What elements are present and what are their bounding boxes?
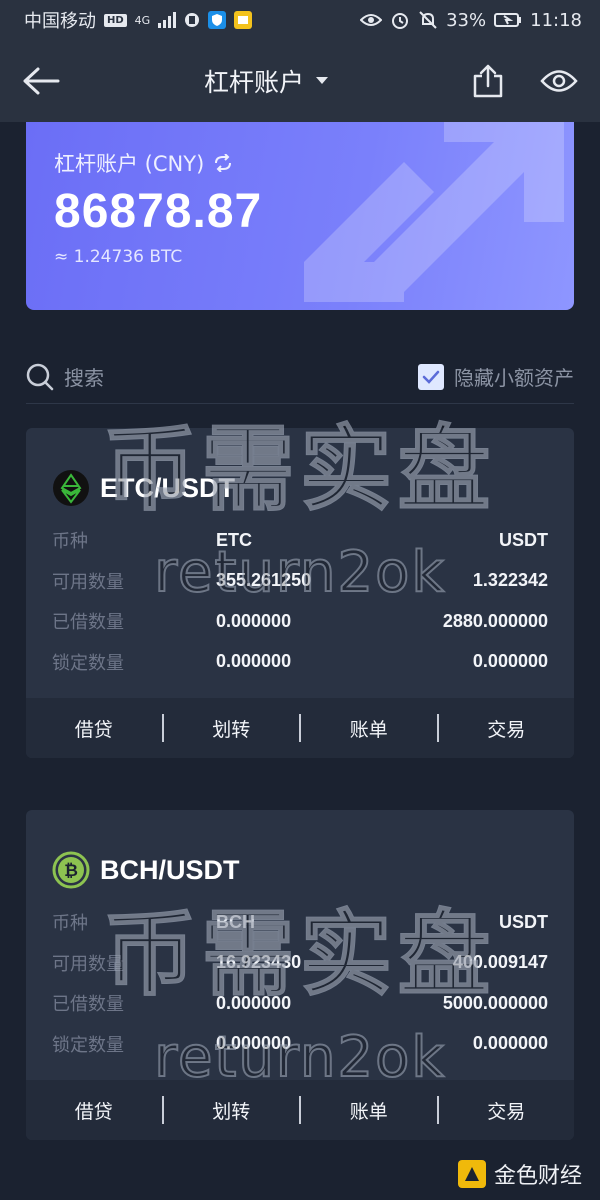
pair-actions: 借贷 划转 账单 交易: [26, 698, 574, 758]
search-input[interactable]: 搜索: [26, 362, 104, 391]
table-row: 锁定数量 0.000000 0.000000: [52, 1024, 548, 1065]
table-row: 可用数量 16.923430 400.009147: [52, 943, 548, 984]
search-icon: [26, 363, 54, 390]
trade-button[interactable]: 交易: [439, 715, 575, 742]
quote-value: 5000.000000: [442, 992, 548, 1013]
table-header-row: 币种 ETC USDT: [52, 520, 548, 561]
share-button[interactable]: [472, 64, 504, 98]
row-label: 锁定数量: [52, 1034, 124, 1056]
status-left: 中国移动 HD 4G: [24, 7, 253, 33]
eye-icon: [540, 70, 578, 92]
etc-icon: [53, 470, 89, 506]
clock: 11:18: [530, 9, 582, 31]
table-header-row: 币种 BCH USDT: [52, 902, 548, 943]
back-button[interactable]: [22, 66, 60, 96]
eye-comfort-icon: [360, 14, 383, 26]
base-value: 0.000000: [216, 992, 292, 1013]
checkmark-icon: [422, 370, 440, 384]
table-row: 锁定数量 0.000000 0.000000: [52, 642, 548, 683]
svg-text:₿: ₿: [64, 861, 78, 881]
hd-badge: HD: [104, 13, 127, 27]
base-currency: BCH: [216, 911, 255, 932]
pair-name: BCH/USDT: [100, 854, 240, 885]
hide-small-assets-toggle[interactable]: 隐藏小额资产: [418, 362, 574, 391]
base-value: 355.261250: [216, 570, 312, 591]
row-label: 可用数量: [52, 953, 124, 975]
pair-header: ETC/USDT: [26, 428, 574, 520]
battery-percent: 33%: [446, 9, 487, 31]
shield-app-icon: [208, 11, 227, 29]
hide-small-checkbox[interactable]: [418, 363, 444, 390]
signal-icon: [158, 12, 177, 28]
column-label: 币种: [52, 913, 88, 935]
folder-app-icon: [234, 11, 253, 29]
quote-value: 1.322342: [472, 570, 548, 591]
carrier-name: 中国移动: [24, 11, 96, 32]
brand-logo-icon: [457, 1160, 486, 1188]
quote-value: 0.000000: [472, 1033, 548, 1054]
account-switcher[interactable]: 杠杆账户: [204, 63, 328, 99]
hide-small-label: 隐藏小额资产: [454, 366, 574, 390]
trade-button[interactable]: 交易: [439, 1097, 575, 1124]
page-title: 杠杆账户: [203, 68, 304, 97]
borrow-button[interactable]: 借贷: [26, 1097, 162, 1124]
currency-switch-button[interactable]: [212, 154, 234, 172]
search-bar: 搜索 隐藏小额资产: [26, 350, 574, 404]
row-label: 已借数量: [52, 612, 124, 634]
base-value: 0.000000: [216, 651, 292, 672]
caret-down-icon: [316, 77, 328, 84]
column-label: 币种: [52, 531, 88, 553]
refresh-cycle-icon: [215, 154, 232, 172]
balance-label: 杠杆账户 (CNY): [54, 152, 205, 176]
alarm-icon: [392, 13, 409, 29]
visibility-toggle-button[interactable]: [540, 68, 578, 94]
pair-table: 币种 ETC USDT 可用数量 355.261250 1.322342 已借数…: [26, 520, 574, 682]
table-row: 已借数量 0.000000 2880.000000: [52, 601, 548, 642]
transfer-button[interactable]: 划转: [164, 715, 300, 742]
app-bar-tools: [472, 64, 578, 98]
row-label: 锁定数量: [52, 652, 124, 674]
back-arrow-icon: [23, 67, 60, 95]
pair-actions: 借贷 划转 账单 交易: [26, 1080, 574, 1140]
transfer-button[interactable]: 划转: [164, 1097, 300, 1124]
quote-value: 0.000000: [472, 651, 548, 672]
search-placeholder: 搜索: [64, 366, 104, 390]
quote-value: 400.009147: [452, 952, 548, 973]
card-decoration-icon: [304, 122, 564, 302]
pair-header: ₿ BCH/USDT: [26, 810, 574, 902]
table-row: 已借数量 0.000000 5000.000000: [52, 983, 548, 1024]
app-bar: 杠杆账户: [0, 40, 600, 122]
bill-button[interactable]: 账单: [301, 715, 437, 742]
battery-icon: [494, 13, 522, 27]
network-type: 4G: [134, 13, 151, 27]
bch-icon: ₿: [52, 851, 90, 889]
brand-name: 金色财经: [493, 1164, 582, 1189]
base-currency: ETC: [216, 529, 252, 550]
pair-card-etc-usdt: ETC/USDT 币种 ETC USDT 可用数量 355.261250 1.3…: [26, 428, 574, 758]
borrow-button[interactable]: 借贷: [26, 715, 162, 742]
quote-currency: USDT: [499, 529, 548, 550]
quote-value: 2880.000000: [442, 610, 548, 631]
pair-name: ETC/USDT: [100, 472, 235, 503]
balance-card: 杠杆账户 (CNY) 86878.87 ≈ 1.24736 BTC: [26, 122, 574, 310]
status-bar: 中国移动 HD 4G 33% 11:18: [0, 0, 600, 40]
quote-currency: USDT: [499, 911, 548, 932]
base-value: 0.000000: [216, 610, 292, 631]
bill-button[interactable]: 账单: [301, 1097, 437, 1124]
status-right: 33% 11:18: [360, 10, 582, 31]
pair-table: 币种 BCH USDT 可用数量 16.923430 400.009147 已借…: [26, 902, 574, 1064]
mute-icon: [419, 11, 437, 29]
pair-card-bch-usdt: ₿ BCH/USDT 币种 BCH USDT 可用数量 16.923430 40…: [26, 810, 574, 1140]
row-label: 可用数量: [52, 571, 124, 593]
table-row: 可用数量 355.261250 1.322342: [52, 561, 548, 602]
base-value: 16.923430: [216, 952, 302, 973]
base-value: 0.000000: [216, 1033, 292, 1054]
footer-brand: 金色财经: [457, 1158, 582, 1190]
row-label: 已借数量: [52, 994, 124, 1016]
app-notification-icon: [185, 13, 200, 27]
share-icon: [473, 64, 503, 98]
